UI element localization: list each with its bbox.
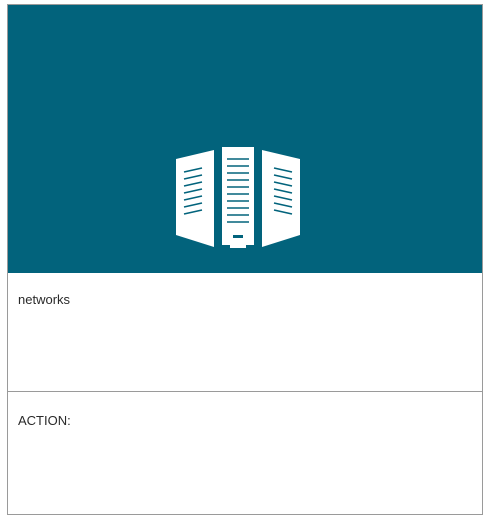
network-card: networks ACTION: <box>7 4 483 515</box>
section-divider <box>8 391 482 392</box>
category-label: networks <box>18 292 71 307</box>
action-label: ACTION: <box>18 413 71 428</box>
card-hero <box>8 5 482 273</box>
server-rack-icon <box>176 147 300 248</box>
